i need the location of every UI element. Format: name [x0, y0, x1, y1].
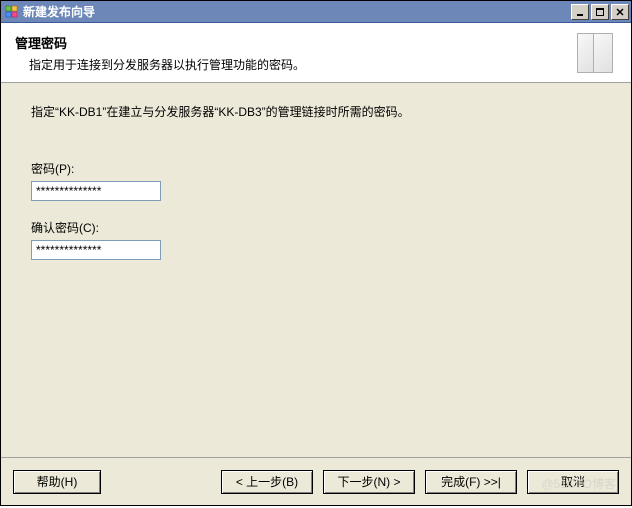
password-fields: 密码(P): 确认密码(C): — [31, 160, 601, 278]
header-panel: 管理密码 指定用于连接到分发服务器以执行管理功能的密码。 — [1, 23, 631, 83]
minimize-button[interactable] — [571, 4, 589, 20]
back-button[interactable]: < 上一步(B) — [221, 470, 313, 494]
app-icon — [5, 5, 19, 19]
confirm-password-input[interactable] — [31, 240, 161, 260]
finish-button[interactable]: 完成(F) >>| — [425, 470, 517, 494]
page-subtitle: 指定用于连接到分发服务器以执行管理功能的密码。 — [29, 56, 569, 73]
content-area: 指定“KK-DB1”在建立与分发服务器“KK-DB3”的管理链接时所需的密码。 … — [1, 83, 631, 457]
instruction-text: 指定“KK-DB1”在建立与分发服务器“KK-DB3”的管理链接时所需的密码。 — [31, 103, 601, 120]
titlebar: 新建发布向导 — [1, 1, 631, 23]
window-controls — [569, 4, 629, 20]
password-input[interactable] — [31, 181, 161, 201]
help-button[interactable]: 帮助(H) — [13, 470, 101, 494]
header-graphic-icon — [569, 31, 617, 75]
maximize-button[interactable] — [591, 4, 609, 20]
password-label: 密码(P): — [31, 160, 601, 177]
button-bar: 帮助(H) < 上一步(B) 下一步(N) > 完成(F) >>| 取消 — [1, 457, 631, 505]
confirm-password-label: 确认密码(C): — [31, 219, 601, 236]
wizard-window: 新建发布向导 管理密码 指定用于连接到分发服务器以执行管理功能的密码。 指定“K… — [0, 0, 632, 506]
next-button[interactable]: 下一步(N) > — [323, 470, 415, 494]
close-button[interactable] — [611, 4, 629, 20]
page-title: 管理密码 — [15, 33, 569, 52]
window-title: 新建发布向导 — [23, 3, 569, 20]
cancel-button[interactable]: 取消 — [527, 470, 619, 494]
header-text: 管理密码 指定用于连接到分发服务器以执行管理功能的密码。 — [15, 33, 569, 73]
